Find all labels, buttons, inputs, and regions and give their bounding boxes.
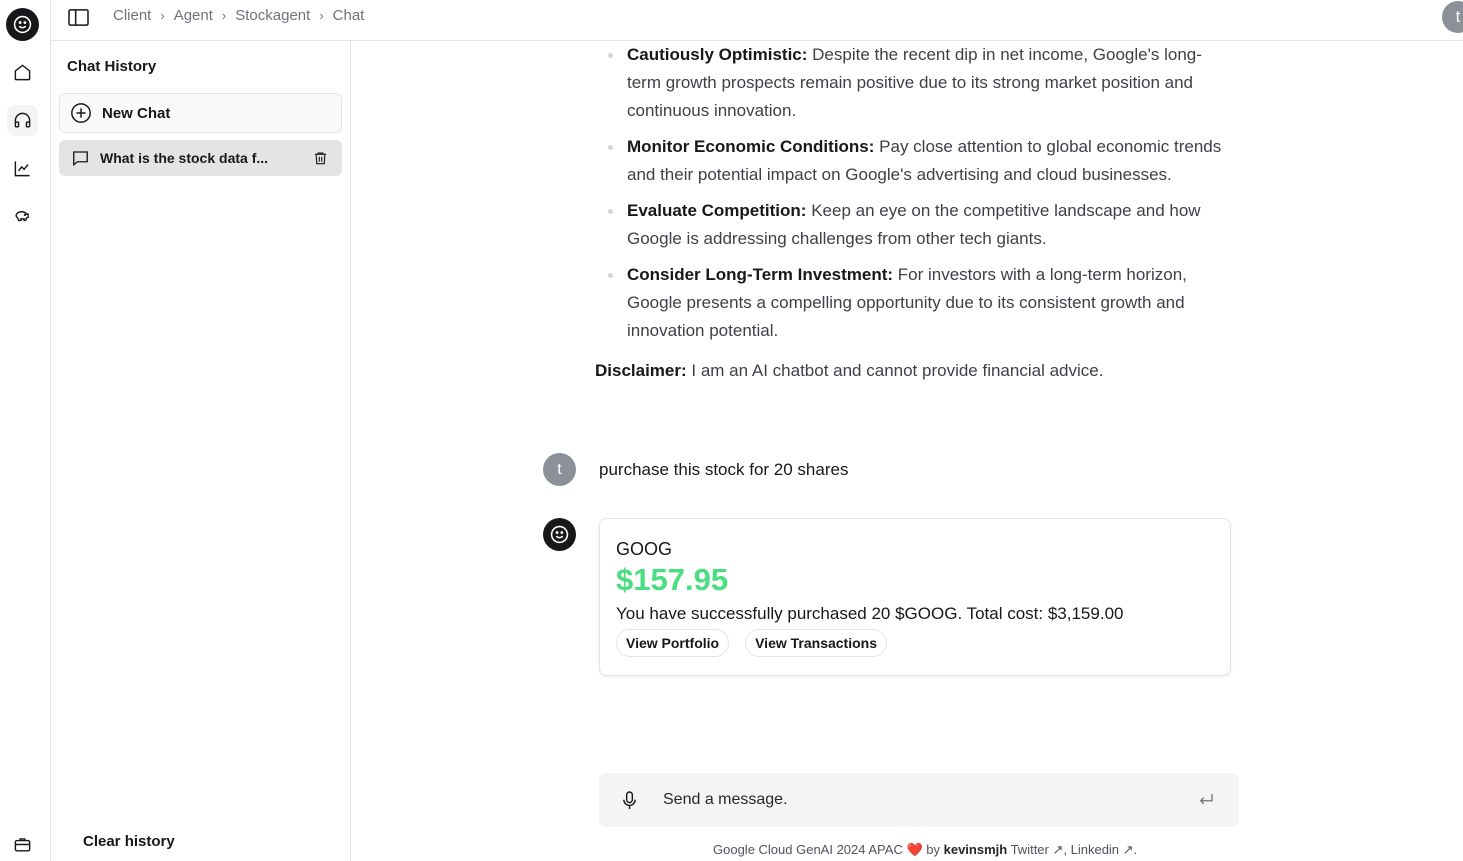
bullet-title: Monitor Economic Conditions: [627,137,875,156]
breadcrumb: Client › Agent › Stockagent › Chat [113,7,364,24]
piggy-bank-icon[interactable] [7,201,38,232]
clear-history-button[interactable]: Clear history [83,833,175,850]
breadcrumb-stockagent[interactable]: Stockagent [235,7,310,24]
stock-price: $157.95 [616,562,729,597]
footer-author: kevinsmjh [943,842,1008,857]
bullet-title: Consider Long-Term Investment: [627,265,894,284]
plus-circle-icon [71,103,91,123]
line-chart-icon[interactable] [7,153,38,184]
stock-purchase-card: GOOG $157.95 You have successfully purch… [599,518,1231,676]
bullet-title: Evaluate Competition: [627,201,807,220]
smiley-logo-icon[interactable] [6,8,39,41]
breadcrumb-client[interactable]: Client [113,7,151,24]
list-item: Cautiously Optimistic: Despite the recen… [608,41,1235,125]
trash-icon[interactable] [313,150,328,166]
footer-by: by [922,842,944,857]
footer-prefix: Google Cloud GenAI 2024 APAC [713,842,907,857]
chat-history-item[interactable]: What is the stock data f... [59,140,342,176]
chat-history-panel: Chat History New Chat What is the stock … [51,41,351,861]
breadcrumb-chat: Chat [332,7,365,24]
twitter-link[interactable]: Twitter ↗ [1007,842,1064,857]
chevron-right-icon: › [319,8,324,23]
briefcase-icon[interactable] [7,829,38,860]
user-message: t purchase this stock for 20 shares [543,453,848,486]
chevron-right-icon: › [221,8,227,23]
list-item: Evaluate Competition: Keep an eye on the… [608,197,1235,253]
headset-icon[interactable] [7,105,38,136]
linkedin-link[interactable]: Linkedin ↗ [1067,842,1134,857]
footer-end: . [1133,842,1138,857]
view-portfolio-button[interactable]: View Portfolio [616,629,730,657]
footer: Google Cloud GenAI 2024 APAC ❤️ by kevin… [713,842,1137,858]
bot-smiley-icon [543,518,576,551]
chat-history-item-label: What is the stock data f... [100,150,269,166]
breadcrumb-agent[interactable]: Agent [174,7,213,24]
user-message-text: purchase this stock for 20 shares [599,459,849,479]
heart-icon: ❤️ [906,842,923,857]
list-item: Monitor Economic Conditions: Pay close a… [608,133,1235,189]
user-avatar[interactable]: t [1442,1,1463,33]
view-transactions-button[interactable]: View Transactions [745,629,887,657]
purchase-confirmation: You have successfully purchased 20 $GOOG… [616,604,1124,623]
list-item: Consider Long-Term Investment: For inves… [608,261,1235,345]
assistant-answer: Cautiously Optimistic: Despite the recen… [595,41,1235,385]
message-composer [599,773,1239,827]
user-message-avatar: t [543,453,576,486]
new-chat-button[interactable]: New Chat [59,93,342,133]
chevron-right-icon: › [160,8,165,23]
new-chat-label: New Chat [102,104,171,122]
microphone-icon[interactable] [621,790,638,811]
enter-send-icon[interactable] [1197,791,1215,809]
top-bar: Client › Agent › Stockagent › Chat t [51,0,1463,41]
card-actions: View Portfolio View Transactions [616,629,1214,657]
recommendation-list: Cautiously Optimistic: Despite the recen… [595,41,1235,345]
message-input[interactable] [663,787,1163,813]
chat-main: Cautiously Optimistic: Despite the recen… [351,41,1463,861]
disclaimer: Disclaimer: I am an AI chatbot and canno… [595,357,1235,385]
chat-history-title: Chat History [67,58,157,75]
sidebar-toggle-icon[interactable] [67,6,89,28]
stock-ticker: GOOG [616,539,673,559]
disclaimer-title: Disclaimer: [595,361,687,380]
bullet-title: Cautiously Optimistic: [627,45,808,64]
home-icon[interactable] [7,57,38,88]
disclaimer-text: I am an AI chatbot and cannot provide fi… [686,361,1104,380]
icon-rail [0,0,51,861]
message-icon [73,151,88,167]
